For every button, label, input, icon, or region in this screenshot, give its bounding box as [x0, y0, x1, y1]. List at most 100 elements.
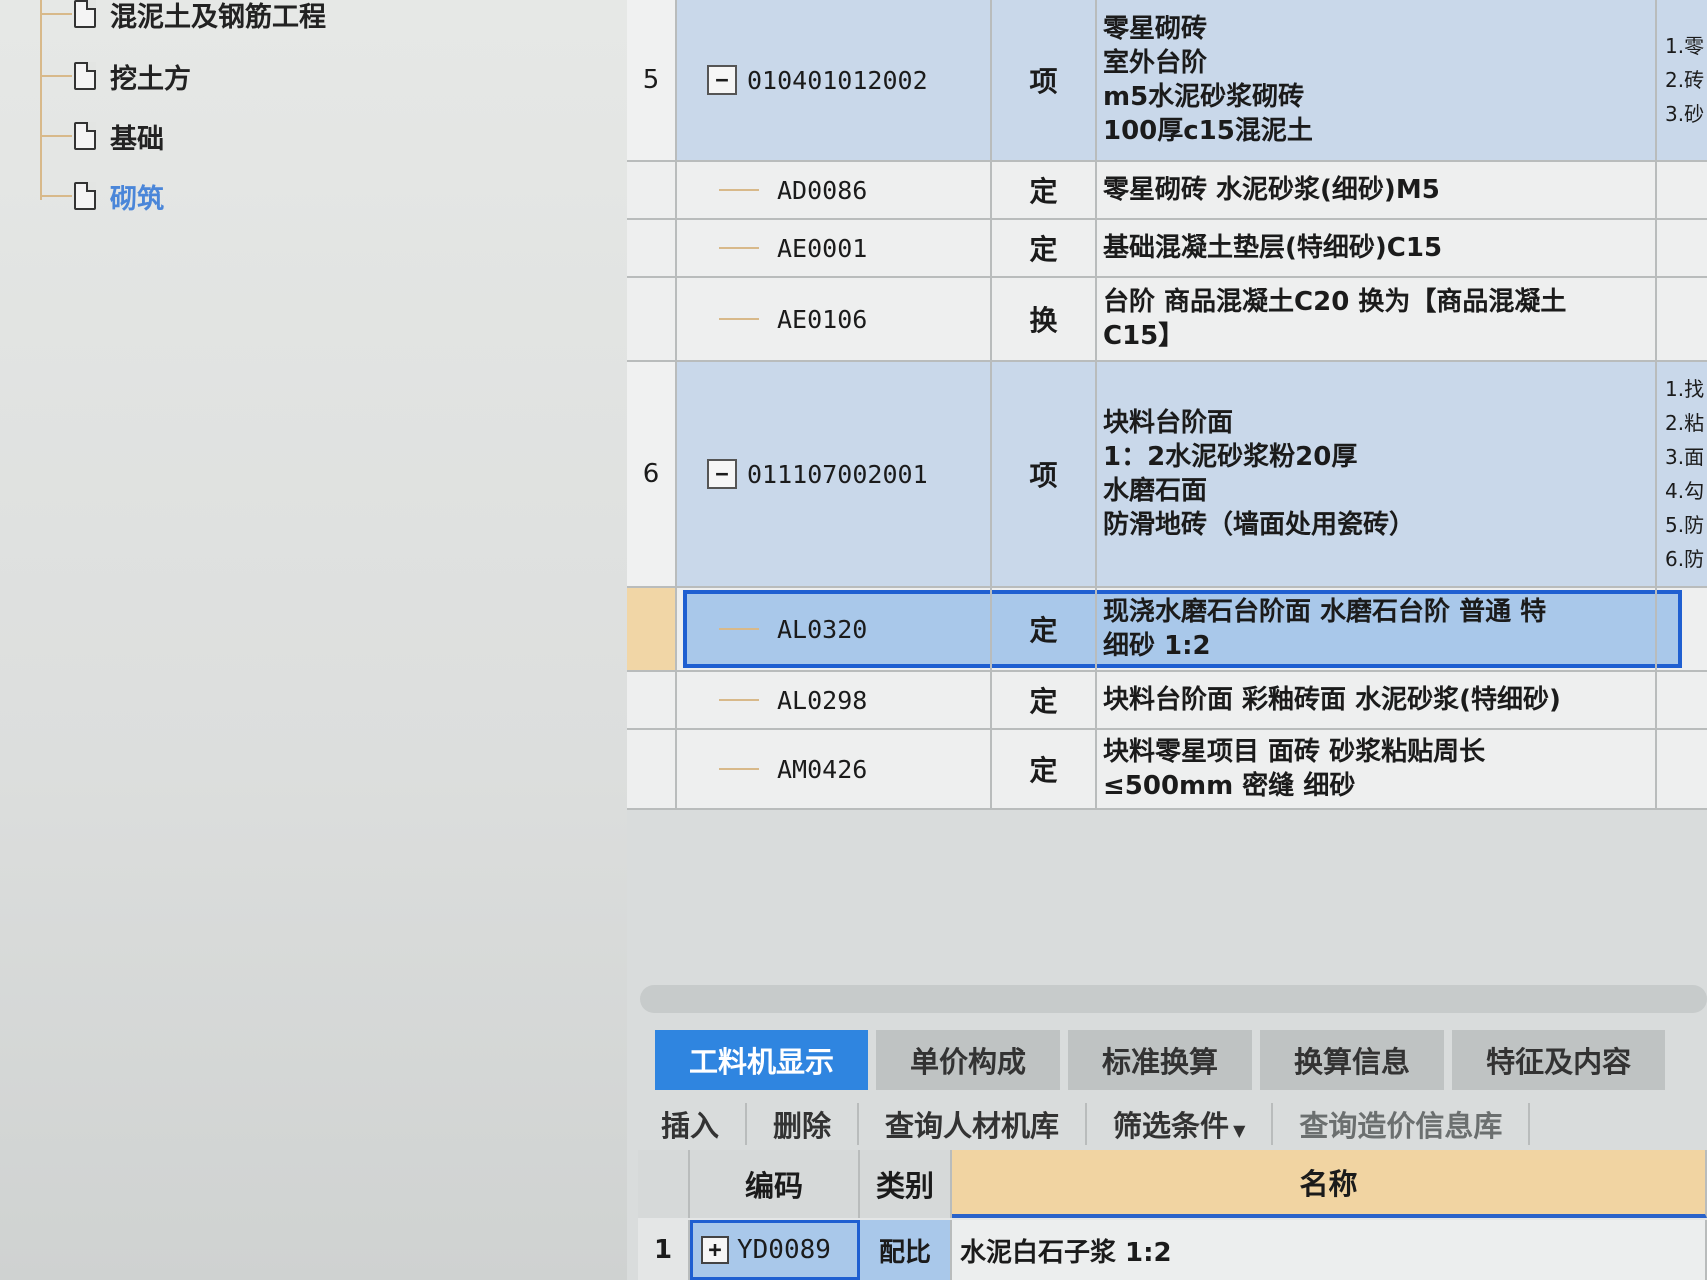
collapse-icon[interactable]: −: [707, 65, 737, 95]
document-icon: [74, 122, 96, 150]
feature-cell: 1.找 2.粘 3.面 4.勾 5.防 6.防: [1665, 377, 1705, 571]
type-cell: 定: [992, 730, 1097, 808]
tab-unit-price-composition[interactable]: 单价构成: [876, 1030, 1061, 1090]
type-cell: 定: [992, 220, 1097, 276]
table-row[interactable]: AD0086 定 零星砌砖 水泥砂浆(细砂)M5: [627, 162, 1707, 220]
resource-grid-header: 编码 类别 名称: [638, 1150, 1707, 1218]
tab-features-content[interactable]: 特征及内容: [1452, 1030, 1666, 1090]
column-header-category[interactable]: 类别: [860, 1150, 952, 1218]
tab-labor-material-machine[interactable]: 工料机显示: [655, 1030, 869, 1090]
document-icon: [74, 0, 96, 28]
tree-item-label: 砌筑: [110, 183, 164, 215]
table-row[interactable]: AL0298 定 块料台阶面 彩釉砖面 水泥砂浆(特细砂): [627, 672, 1707, 730]
column-header-name[interactable]: 名称: [952, 1150, 1707, 1218]
table-row[interactable]: AM0426 定 块料零星项目 面砖 砂浆粘贴周长 ≤500mm 密缝 细砂: [627, 730, 1707, 810]
row-number: [627, 162, 677, 218]
filter-label: 筛选条件: [1113, 1109, 1230, 1143]
code-text: AE0106: [777, 304, 868, 334]
code-text: AD0086: [777, 175, 868, 205]
code-text: AL0298: [777, 685, 868, 715]
name-cell[interactable]: 零星砌砖 水泥砂浆(细砂)M5: [1097, 162, 1657, 218]
type-cell: 定: [992, 588, 1097, 670]
detail-toolbar: 插入 删除 查询人材机库 筛选条件 ▼ 查询造价信息库: [655, 1098, 1531, 1150]
tree-branch: [719, 318, 759, 320]
insert-button[interactable]: 插入: [655, 1103, 748, 1145]
query-price-info-button[interactable]: 查询造价信息库: [1273, 1103, 1531, 1145]
name-cell[interactable]: 块料台阶面 1：2水泥砂浆粉20厚 水磨石面 防滑地砖（墙面处用瓷砖）: [1097, 362, 1657, 586]
type-cell: 项: [992, 0, 1097, 160]
code-cell[interactable]: − 010401012002: [677, 0, 992, 160]
row-number: [627, 672, 677, 728]
type-cell: 换: [992, 278, 1097, 360]
tree-item-concrete-rebar[interactable]: 混泥土及钢筋工程: [40, 0, 326, 34]
code-cell[interactable]: − 011107002001: [677, 362, 992, 586]
type-cell: 定: [992, 672, 1097, 728]
column-header-code[interactable]: 编码: [690, 1150, 860, 1218]
tree-branch: [719, 247, 759, 249]
table-row[interactable]: 5 − 010401012002 项 零星砌砖 室外台阶 m5水泥砂浆砌砖 10…: [627, 0, 1707, 162]
table-row[interactable]: 1 + YD0089 配比 水泥白石子浆 1:2: [638, 1220, 1707, 1280]
tab-standard-conversion[interactable]: 标准换算: [1068, 1030, 1253, 1090]
code-cell[interactable]: AE0001: [677, 220, 992, 276]
table-row[interactable]: 6 − 011107002001 项 块料台阶面 1：2水泥砂浆粉20厚 水磨石…: [627, 362, 1707, 588]
corner-cell: [638, 1150, 690, 1218]
code-text: AM0426: [777, 754, 868, 784]
tree-item-label: 挖土方: [110, 63, 191, 95]
row-number: [627, 220, 677, 276]
name-cell[interactable]: 块料零星项目 面砖 砂浆粘贴周长 ≤500mm 密缝 细砂: [1097, 730, 1657, 808]
chevron-down-icon: ▼: [1233, 1121, 1246, 1140]
tree-branch: [719, 628, 759, 630]
code-text: 010401012002: [747, 65, 928, 95]
tree-branch: [719, 768, 759, 770]
code-cell[interactable]: AD0086: [677, 162, 992, 218]
row-number: [627, 730, 677, 808]
code-cell[interactable]: AM0426: [677, 730, 992, 808]
tree-item-label: 混泥土及钢筋工程: [110, 1, 326, 33]
tree-item-foundation[interactable]: 基础: [40, 116, 164, 156]
row-number: 6: [627, 362, 677, 586]
category-cell: 配比: [860, 1220, 952, 1280]
name-cell[interactable]: 零星砌砖 室外台阶 m5水泥砂浆砌砖 100厚c15混泥土: [1097, 0, 1657, 160]
bill-items-grid: 5 − 010401012002 项 零星砌砖 室外台阶 m5水泥砂浆砌砖 10…: [627, 0, 1707, 810]
type-cell: 项: [992, 362, 1097, 586]
horizontal-scrollbar[interactable]: [640, 985, 1707, 1013]
type-cell: 定: [992, 162, 1097, 218]
tree-item-earthwork[interactable]: 挖土方: [40, 56, 191, 96]
row-number: 5: [627, 0, 677, 160]
feature-cell: 1.零 2.砖 3.砂: [1665, 34, 1705, 126]
document-icon: [74, 182, 96, 210]
delete-button[interactable]: 删除: [747, 1103, 860, 1145]
table-row-selected[interactable]: AL0320 定 现浇水磨石台阶面 水磨石台阶 普通 特 细砂 1:2: [627, 588, 1707, 672]
row-number: 1: [638, 1220, 690, 1280]
code-text: AL0320: [777, 614, 868, 644]
code-cell[interactable]: AE0106: [677, 278, 992, 360]
expand-icon[interactable]: +: [701, 1236, 729, 1264]
resource-grid: 编码 类别 名称 1 + YD0089 配比 水泥白石子浆 1:2: [638, 1150, 1707, 1280]
collapse-icon[interactable]: −: [707, 459, 737, 489]
code-cell[interactable]: AL0320: [677, 588, 992, 670]
tree-branch: [719, 189, 759, 191]
name-cell[interactable]: 基础混凝土垫层(特细砂)C15: [1097, 220, 1657, 276]
table-row[interactable]: AE0106 换 台阶 商品混凝土C20 换为【商品混凝土 C15】: [627, 278, 1707, 362]
code-text: AE0001: [777, 233, 868, 263]
filter-dropdown[interactable]: 筛选条件 ▼: [1087, 1103, 1274, 1145]
tree-item-masonry[interactable]: 砌筑: [40, 176, 164, 216]
code-text: 011107002001: [747, 459, 928, 489]
table-row[interactable]: AE0001 定 基础混凝土垫层(特细砂)C15: [627, 220, 1707, 278]
row-number: [627, 588, 677, 670]
tree-branch: [719, 699, 759, 701]
detail-tabs: 工料机显示 单价构成 标准换算 换算信息 特征及内容: [655, 1030, 1673, 1094]
name-cell[interactable]: 现浇水磨石台阶面 水磨石台阶 普通 特 细砂 1:2: [1097, 588, 1657, 670]
name-cell[interactable]: 块料台阶面 彩釉砖面 水泥砂浆(特细砂): [1097, 672, 1657, 728]
tree-item-label: 基础: [110, 123, 164, 155]
query-material-library-button[interactable]: 查询人材机库: [859, 1103, 1088, 1145]
row-number: [627, 278, 677, 360]
project-tree-panel: 混泥土及钢筋工程 挖土方 基础 砌筑: [0, 0, 627, 1280]
document-icon: [74, 62, 96, 90]
name-cell[interactable]: 台阶 商品混凝土C20 换为【商品混凝土 C15】: [1097, 278, 1657, 360]
code-cell[interactable]: + YD0089: [690, 1220, 860, 1280]
code-text: YD0089: [737, 1235, 831, 1265]
code-cell[interactable]: AL0298: [677, 672, 992, 728]
tab-conversion-info[interactable]: 换算信息: [1260, 1030, 1445, 1090]
name-cell[interactable]: 水泥白石子浆 1:2: [952, 1220, 1707, 1280]
